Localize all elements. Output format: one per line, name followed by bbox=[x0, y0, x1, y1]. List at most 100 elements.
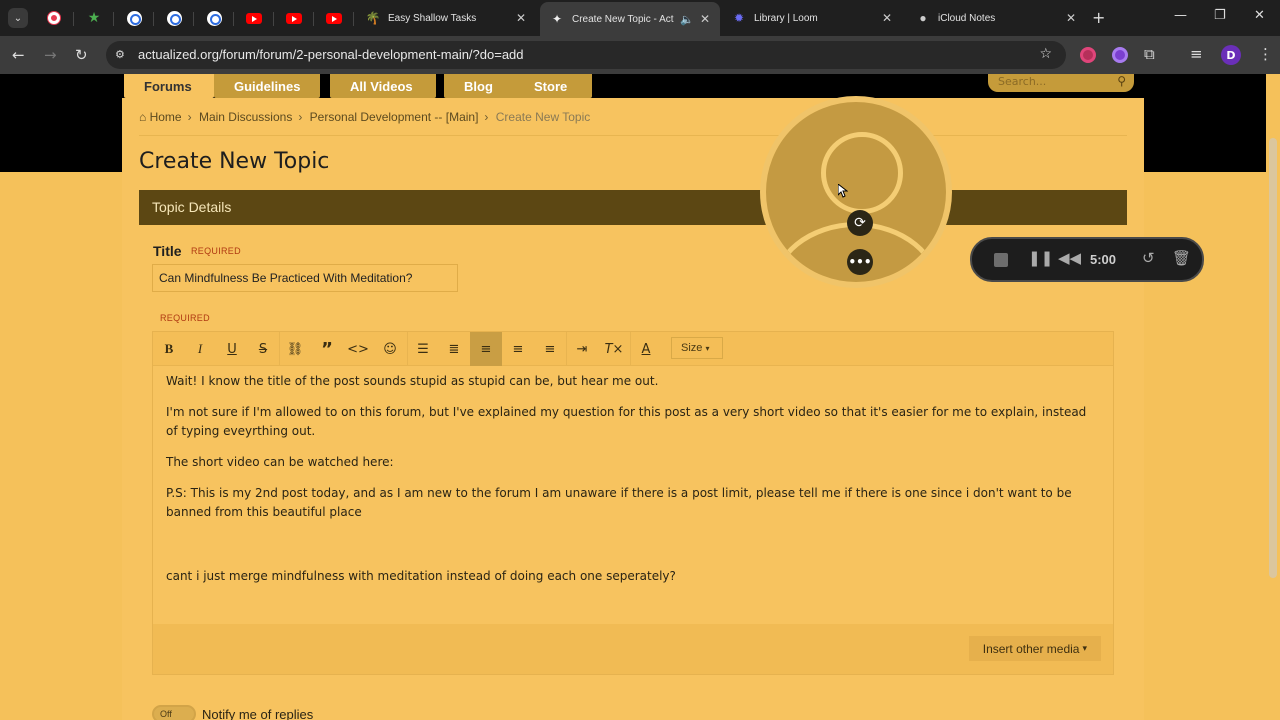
more-options-icon[interactable]: ••• bbox=[847, 249, 873, 275]
apple-logo-icon: ● bbox=[919, 11, 927, 25]
caret-down-icon: ▾ bbox=[705, 344, 710, 353]
close-icon[interactable]: ✕ bbox=[700, 12, 710, 26]
editor-toolbar: B I U S ⛓ ” <> ☺ ☰ ≣ ≡ ≡ ≡ ⇥ T× A Size ▾ bbox=[153, 332, 1113, 366]
checkmark-favicon-icon bbox=[206, 10, 222, 26]
section-header: Topic Details bbox=[139, 190, 1127, 225]
tab-easy-shallow-tasks[interactable]: 🌴 Easy Shallow Tasks ✕ bbox=[356, 4, 536, 32]
bulleted-list-icon[interactable]: ☰ bbox=[407, 332, 439, 366]
avatar-head-outline bbox=[821, 132, 903, 214]
home-icon: ⌂ bbox=[139, 110, 147, 124]
numbered-list-icon[interactable]: ≣ bbox=[438, 332, 470, 366]
restore-icon[interactable]: ❐ bbox=[1214, 8, 1226, 23]
close-icon[interactable]: ✕ bbox=[516, 11, 526, 25]
strikethrough-icon[interactable]: S bbox=[247, 332, 279, 366]
record-favicon-icon bbox=[48, 12, 60, 24]
palm-tree-icon: 🌴 bbox=[365, 11, 381, 25]
clear-formatting-icon[interactable]: T× bbox=[598, 332, 630, 366]
loom-camera-bubble[interactable]: ⟳ ••• bbox=[760, 96, 952, 288]
bookmark-star-icon[interactable]: ☆ bbox=[1039, 46, 1052, 62]
close-icon[interactable]: ✕ bbox=[882, 11, 892, 25]
nav-store[interactable]: Store bbox=[514, 74, 592, 98]
nav-forums[interactable]: Forums bbox=[124, 74, 214, 98]
pinned-tab[interactable]: ★ bbox=[74, 4, 114, 32]
close-window-icon[interactable]: ✕ bbox=[1254, 8, 1265, 23]
code-icon[interactable]: <> bbox=[342, 332, 374, 366]
tab-library-loom[interactable]: ✹ Library | Loom ✕ bbox=[722, 4, 902, 32]
recording-timer: 5:00 bbox=[1090, 252, 1117, 267]
youtube-favicon-icon bbox=[326, 12, 342, 24]
rich-text-editor: B I U S ⛓ ” <> ☺ ☰ ≣ ≡ ≡ ≡ ⇥ T× A Size ▾… bbox=[152, 331, 1114, 675]
pinned-tab[interactable] bbox=[274, 4, 314, 32]
trash-icon[interactable]: 🗑 bbox=[1172, 249, 1191, 267]
youtube-favicon-icon bbox=[286, 12, 302, 24]
breadcrumb-main-discussions[interactable]: Main Discussions bbox=[199, 110, 292, 124]
tab-icloud-notes[interactable]: ● iCloud Notes ✕ bbox=[906, 4, 1086, 32]
nav-blog[interactable]: Blog bbox=[444, 74, 518, 98]
breadcrumb-personal-development[interactable]: Personal Development -- [Main] bbox=[310, 110, 479, 124]
site-search[interactable]: Search... ⚲ bbox=[988, 74, 1134, 92]
align-left-icon[interactable]: ≡ bbox=[470, 332, 502, 366]
nav-guidelines[interactable]: Guidelines bbox=[214, 74, 320, 98]
breadcrumb-current: Create New Topic bbox=[495, 110, 591, 124]
browser-menu-icon[interactable]: ⋮ bbox=[1258, 45, 1273, 63]
profile-avatar[interactable]: D bbox=[1221, 45, 1241, 65]
flip-camera-icon[interactable]: ⟳ bbox=[847, 210, 873, 236]
size-label: Size bbox=[681, 342, 703, 354]
close-icon[interactable]: ✕ bbox=[1066, 11, 1076, 25]
extension-purple-icon[interactable] bbox=[1112, 47, 1128, 63]
notify-toggle[interactable]: Off bbox=[152, 705, 196, 720]
pinned-tab[interactable] bbox=[154, 4, 194, 32]
speaker-icon[interactable]: 🔈 bbox=[680, 13, 694, 26]
bold-icon[interactable]: B bbox=[153, 332, 185, 366]
link-icon[interactable]: ⛓ bbox=[279, 332, 311, 366]
search-icon[interactable]: ⚲ bbox=[1117, 74, 1126, 88]
tab-search-chevron-icon[interactable]: ⌄ bbox=[8, 8, 28, 28]
search-placeholder: Search... bbox=[998, 75, 1047, 88]
extensions-puzzle-icon[interactable]: ⧉ bbox=[1144, 45, 1155, 63]
tab-title: iCloud Notes bbox=[938, 12, 996, 24]
reload-icon[interactable]: ↻ bbox=[75, 46, 88, 64]
insert-other-media-button[interactable]: Insert other media ▾ bbox=[968, 636, 1101, 661]
stop-recording-icon[interactable] bbox=[994, 253, 1008, 267]
underline-icon[interactable]: U bbox=[216, 332, 248, 366]
indent-icon[interactable]: ⇥ bbox=[566, 332, 598, 366]
site-info-icon[interactable]: ⚙ bbox=[115, 48, 125, 61]
extension-record-icon[interactable] bbox=[1080, 47, 1096, 63]
page-scrollbar[interactable] bbox=[1266, 74, 1280, 720]
title-input[interactable]: Can Mindfulness Be Practiced With Medita… bbox=[152, 264, 458, 292]
pinned-tab[interactable] bbox=[234, 4, 274, 32]
pinned-tab[interactable] bbox=[114, 4, 154, 32]
breadcrumb-home[interactable]: Home bbox=[150, 110, 182, 124]
chevron-right-icon: › bbox=[298, 110, 303, 124]
editor-body[interactable]: Wait! I know the title of the post sound… bbox=[166, 372, 1100, 598]
minimize-icon[interactable]: — bbox=[1174, 8, 1187, 23]
italic-icon[interactable]: I bbox=[184, 332, 216, 366]
pinned-tab[interactable] bbox=[194, 4, 234, 32]
pinned-tab[interactable] bbox=[314, 4, 354, 32]
chevron-right-icon: › bbox=[484, 110, 489, 124]
tab-create-new-topic[interactable]: ✦ Create New Topic - Actu 🔈 ✕ bbox=[540, 2, 720, 36]
pinned-tab[interactable] bbox=[34, 4, 74, 32]
font-size-dropdown[interactable]: Size ▾ bbox=[671, 337, 723, 359]
pause-icon[interactable]: ❚❚ bbox=[1028, 249, 1053, 267]
text-color-icon[interactable]: A bbox=[630, 332, 662, 366]
forward-arrow-icon[interactable]: → bbox=[44, 46, 57, 64]
url-omnibox[interactable]: ⚙ actualized.org/forum/forum/2-personal-… bbox=[106, 41, 1066, 69]
rewind-icon[interactable]: ◀◀ bbox=[1058, 249, 1081, 267]
quote-icon[interactable]: ” bbox=[311, 332, 343, 366]
notify-row: Off Notify me of replies bbox=[152, 705, 313, 720]
body-paragraph: I'm not sure if I'm allowed to on this f… bbox=[166, 405, 1087, 438]
required-badge: REQUIRED bbox=[191, 246, 241, 256]
notify-label: Notify me of replies bbox=[202, 706, 314, 720]
back-arrow-icon[interactable]: ← bbox=[12, 46, 25, 64]
new-tab-plus-icon[interactable]: + bbox=[1092, 8, 1105, 27]
align-center-icon[interactable]: ≡ bbox=[502, 332, 534, 366]
restart-icon[interactable]: ↺ bbox=[1142, 249, 1155, 267]
nav-all-videos[interactable]: All Videos bbox=[330, 74, 436, 98]
url-text[interactable]: actualized.org/forum/forum/2-personal-de… bbox=[138, 47, 524, 62]
scrollbar-thumb[interactable] bbox=[1269, 138, 1277, 578]
emoji-icon[interactable]: ☺ bbox=[374, 332, 406, 366]
media-control-icon[interactable]: ≡ bbox=[1190, 45, 1203, 63]
align-right-icon[interactable]: ≡ bbox=[534, 332, 566, 366]
